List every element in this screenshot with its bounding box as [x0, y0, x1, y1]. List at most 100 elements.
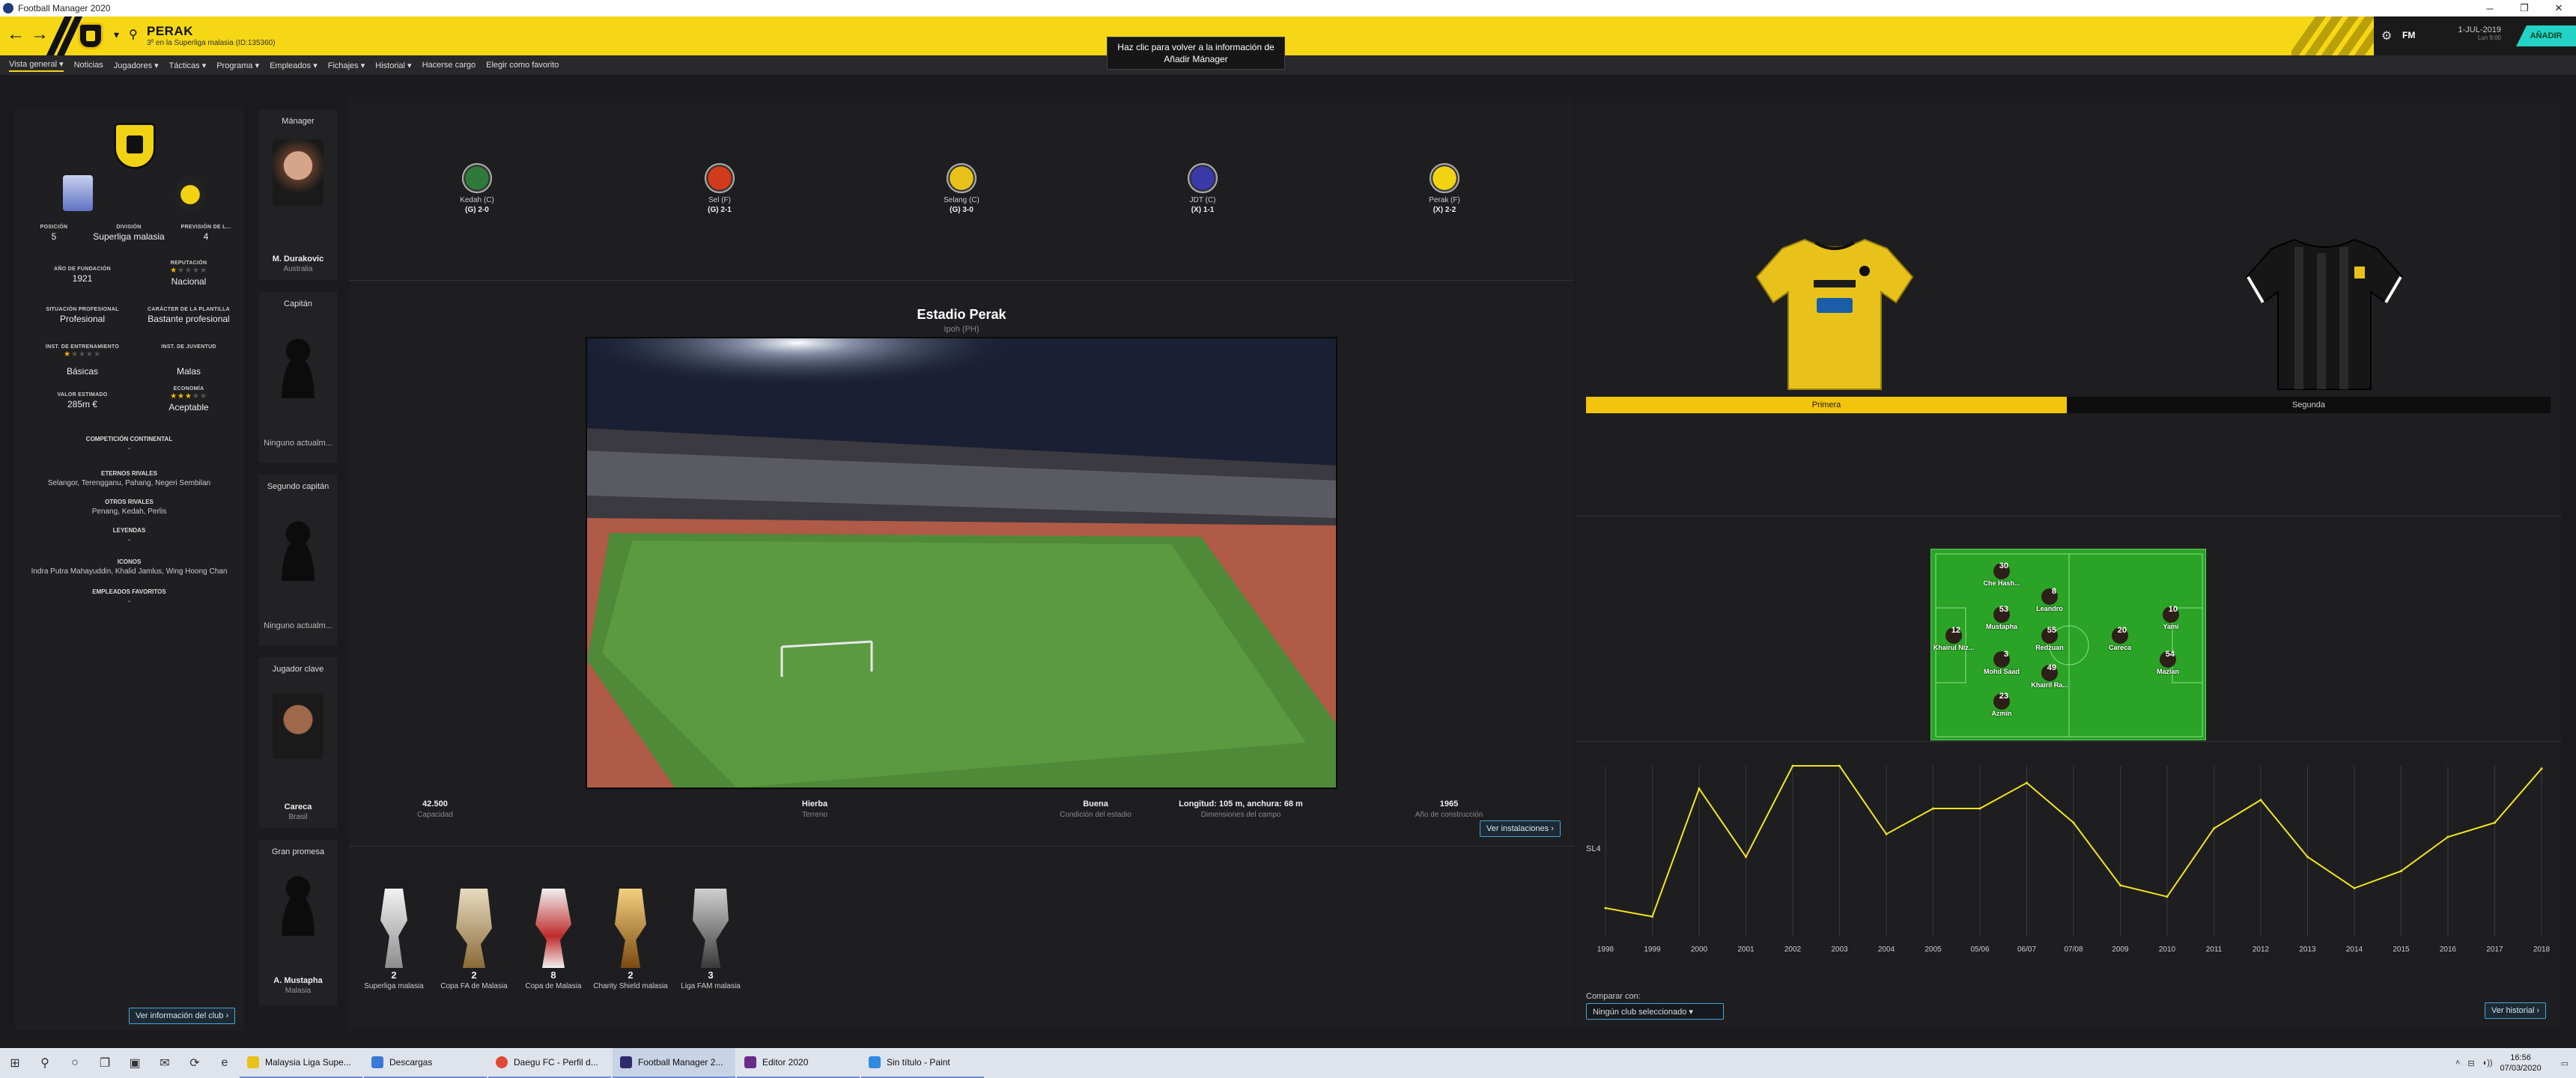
manager-face: [273, 139, 323, 205]
add-button[interactable]: AÑADIR: [2516, 25, 2576, 46]
trophy-item[interactable]: 2 Copa FA de Malasia: [437, 889, 511, 991]
manager-card[interactable]: Mánager M. Durakovic Australia: [259, 109, 337, 280]
lineup-player[interactable]: 23 Azmin: [1979, 692, 2024, 717]
lineup-player[interactable]: 54 Mazlan: [2145, 650, 2190, 675]
stat-economia: ECONOMÍA ★★★★★ Aceptable: [136, 386, 241, 412]
ver-historial-button[interactable]: Ver historial ›: [2485, 1002, 2547, 1019]
task-view-icon[interactable]: ❐: [90, 1048, 120, 1078]
taskbar-app[interactable]: Sin título - Paint: [861, 1048, 984, 1078]
tab-fichajes[interactable]: Fichajes ▾: [328, 61, 365, 70]
club-name: PERAK: [147, 24, 194, 38]
lineup-player[interactable]: 20 Careca: [2097, 626, 2142, 651]
fm-menu[interactable]: FM: [2402, 30, 2415, 40]
maximize-button[interactable]: ❐: [2507, 0, 2542, 16]
vice-captain-card[interactable]: Segundo capitán Ninguno actualm...: [259, 475, 337, 645]
chevron-up-icon[interactable]: ˄: [2455, 1059, 2460, 1068]
prospect-card[interactable]: Gran promesa A. Mustapha Malasia: [259, 840, 337, 1005]
trophy-item[interactable]: 8 Copa de Malasia: [516, 889, 591, 991]
result-item[interactable]: Kedah (C) (G) 2-0: [425, 163, 529, 214]
tab-tacticas[interactable]: Tácticas ▾: [169, 61, 207, 70]
chart-data-point: [2306, 856, 2309, 859]
chart-x-tick-label: 2014: [2346, 945, 2363, 954]
captain-card[interactable]: Capitán Ninguno actualm...: [259, 292, 337, 463]
tab-elegir-favorito[interactable]: Elegir como favorito: [486, 61, 559, 70]
paint-icon: [869, 1056, 881, 1068]
cortana-icon[interactable]: ○: [60, 1048, 90, 1078]
lineup-player[interactable]: 49 Khairil Ra...: [2027, 663, 2072, 689]
home-kit[interactable]: [1752, 232, 1917, 397]
away-kit[interactable]: [2242, 232, 2407, 397]
tab-kit-segunda[interactable]: Segunda: [2067, 397, 2551, 413]
lineup-player[interactable]: 12 Khairul Niz...: [1931, 626, 1976, 651]
stadium-capacity: 42.500 Capacidad: [417, 800, 453, 819]
back-arrow-icon[interactable]: ←: [6, 25, 25, 45]
result-item[interactable]: Perak (F) (X) 2-2: [1392, 163, 1497, 214]
chart-data-point: [2400, 870, 2402, 873]
search-icon[interactable]: ⚲: [129, 27, 138, 42]
trophy-item[interactable]: 2 Superliga malasia: [356, 889, 431, 991]
stadium-photo: [586, 337, 1337, 789]
search-icon[interactable]: ⚲: [30, 1048, 60, 1078]
tab-empleados[interactable]: Empleados ▾: [270, 61, 318, 70]
chart-data-point: [1838, 764, 1841, 767]
result-item[interactable]: Selang (C) (G) 3-0: [909, 163, 1014, 214]
tab-noticias[interactable]: Noticias: [74, 61, 103, 70]
tab-kit-primera[interactable]: Primera: [1586, 397, 2067, 413]
taskbar-app[interactable]: Malaysia Liga Supe...: [240, 1048, 362, 1078]
tab-jugadores[interactable]: Jugadores ▾: [114, 61, 159, 70]
taskbar-clock[interactable]: 16:56 07/03/2020: [2500, 1053, 2542, 1074]
forward-arrow-icon[interactable]: →: [30, 25, 49, 45]
store-icon[interactable]: ▣: [120, 1048, 150, 1078]
sub-navigation: Vista general ▾ Noticias Jugadores ▾ Tác…: [0, 55, 2576, 75]
lineup-player[interactable]: 8 Leandro: [2027, 587, 2072, 612]
chart-data-point: [1651, 915, 1653, 918]
lineup-player[interactable]: 30 Che Hash...: [1979, 561, 2024, 587]
result-item[interactable]: Sel (F) (G) 2-1: [667, 163, 772, 214]
close-button[interactable]: ✕: [2542, 0, 2576, 16]
tab-historial[interactable]: Historial ▾: [375, 61, 411, 70]
chevron-down-icon[interactable]: ▾: [114, 28, 119, 41]
leyendas: LEYENDAS -: [112, 527, 146, 544]
lineup-player[interactable]: 3 Mohd Saad: [1979, 650, 2024, 675]
app-icon: [3, 3, 13, 13]
header-right-area: ⚙ FM 1-JUL-2019 Lun 9:00 AÑADIR: [2374, 16, 2576, 55]
trophy-cup-icon: [615, 889, 646, 968]
tab-programa[interactable]: Programa ▾: [216, 61, 259, 70]
team-logo-icon: [705, 163, 735, 193]
team-logo-icon: [1188, 163, 1218, 193]
ver-info-club-button[interactable]: Ver información del club ›: [129, 1008, 236, 1024]
tab-hacerse-cargo[interactable]: Hacerse cargo: [422, 61, 476, 70]
kits-panel: Primera Segunda: [1576, 97, 2561, 517]
taskbar-app[interactable]: Descargas: [364, 1048, 487, 1078]
lineup-player[interactable]: 53 Mustapha: [1979, 605, 2024, 630]
trophy-item[interactable]: 3 Liga FAM malasia: [673, 889, 748, 991]
refresh-icon[interactable]: ⟳: [180, 1048, 210, 1078]
volume-icon[interactable]: ◖)): [2482, 1059, 2493, 1068]
lineup-player[interactable]: 10 Yami: [2148, 605, 2193, 630]
network-icon[interactable]: ⊟: [2467, 1059, 2474, 1068]
training-stars: ★★★★★: [64, 350, 101, 359]
mail-icon[interactable]: ✉: [150, 1048, 180, 1078]
lineup-player[interactable]: 55 Redzuan: [2027, 626, 2072, 651]
stat-entrenamiento: INST. DE ENTRENAMIENTO ★★★★★ Básicas: [30, 344, 135, 377]
taskbar-app[interactable]: Football Manager 2...: [613, 1048, 735, 1078]
compare-select[interactable]: Ningún club seleccionado ▾: [1586, 1003, 1724, 1020]
taskbar-app[interactable]: Daegu FC - Perfil d...: [488, 1048, 611, 1078]
notifications-icon[interactable]: ▭: [2561, 1059, 2569, 1068]
windows-start-icon[interactable]: ⊞: [0, 1048, 30, 1078]
trophy-item[interactable]: 2 Charity Shield malasia: [593, 889, 668, 991]
settings-icon[interactable]: ⚙: [2381, 28, 2392, 43]
stadium-name: Estadio Perak: [917, 307, 1006, 322]
stadium-dimensions: Longitud: 105 m, anchura: 68 m Dimension…: [1179, 800, 1303, 819]
club-crest-icon[interactable]: [78, 22, 103, 49]
chart-data-point: [2026, 782, 2028, 785]
result-item[interactable]: JDT (C) (X) 1-1: [1150, 163, 1255, 214]
taskbar-app[interactable]: Editor 2020: [737, 1048, 860, 1078]
key-player-card[interactable]: Jugador clave Careca Brasil: [259, 657, 337, 828]
chart-x-tick-label: 2015: [2393, 945, 2410, 954]
minimize-button[interactable]: ─: [2473, 0, 2507, 16]
system-tray: ˄ ⊟ ◖)) 16:56 07/03/2020 ▭: [2455, 1048, 2576, 1078]
edge-icon[interactable]: e: [210, 1048, 240, 1078]
tab-vista-general[interactable]: Vista general ▾: [9, 59, 64, 72]
ver-instalaciones-button[interactable]: Ver instalaciones ›: [1480, 820, 1561, 837]
